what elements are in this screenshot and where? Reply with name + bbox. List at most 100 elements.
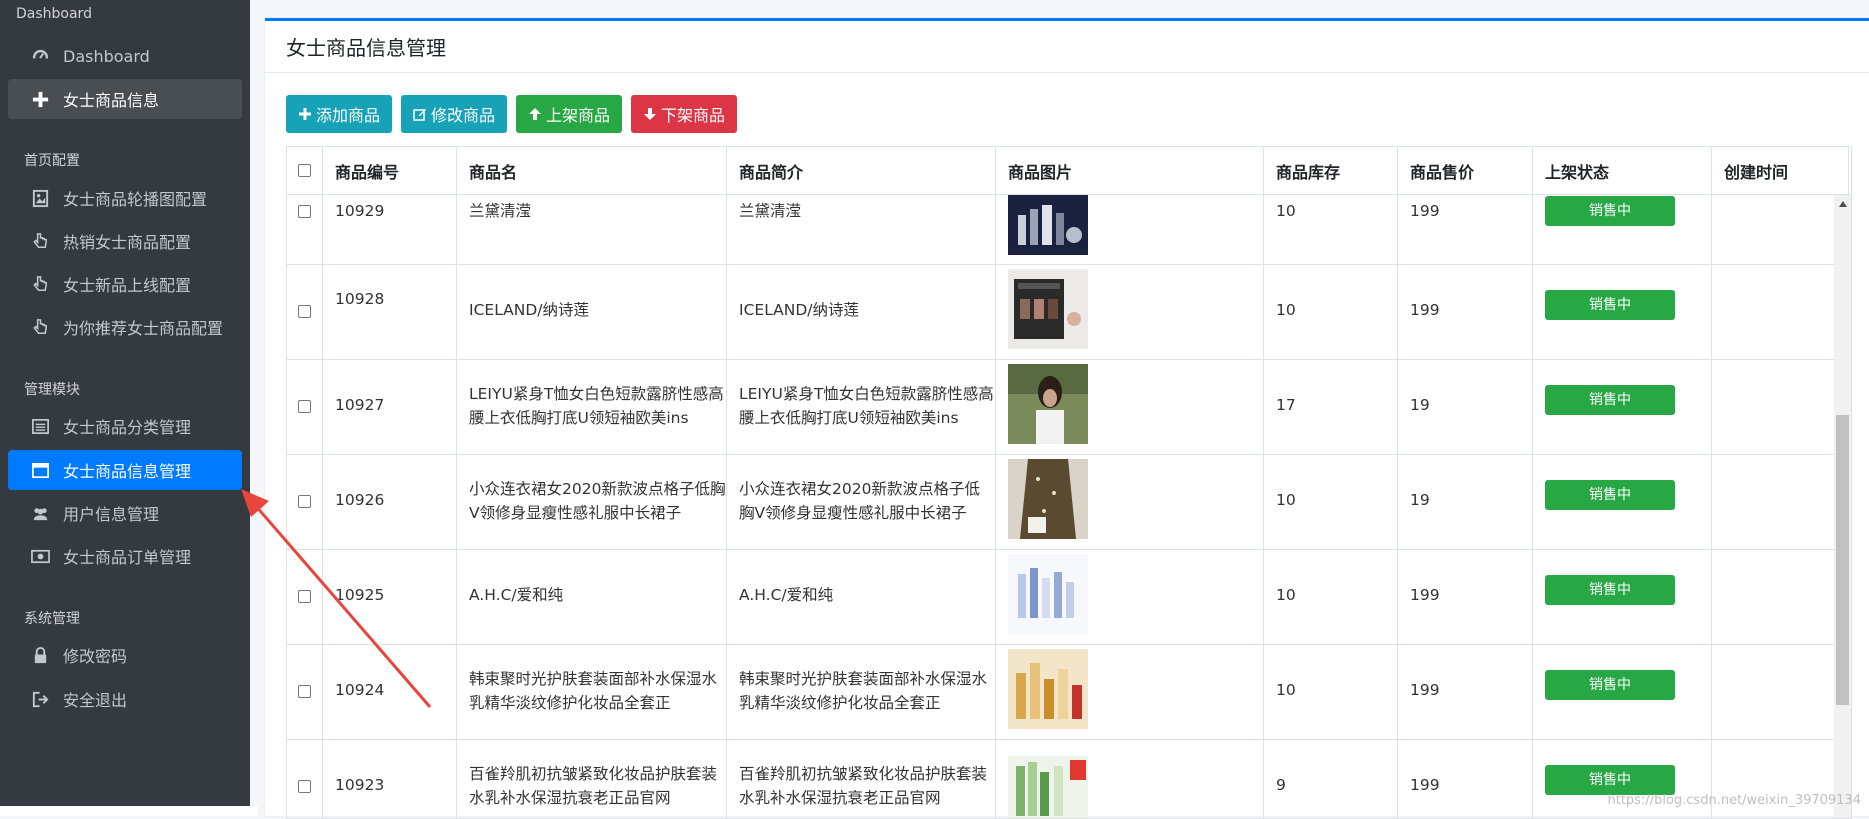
edit-icon xyxy=(413,107,427,121)
goods-price: 199 xyxy=(1398,645,1533,739)
edit-goods-button[interactable]: 修改商品 xyxy=(401,95,508,133)
table-row[interactable]: 10925 A.H.C/爱和纯 A.H.C/爱和纯 10 199 销售中 xyxy=(287,550,1851,645)
goods-stock: 17 xyxy=(1264,360,1398,454)
status-badge[interactable]: 销售中 xyxy=(1545,290,1675,320)
sidebar-item-logout[interactable]: 安全退出 xyxy=(8,679,242,719)
scrollbar-thumb[interactable] xyxy=(1836,415,1849,705)
card-header: 女士商品信息管理 xyxy=(265,21,1869,73)
sidebar-item-label: 用户信息管理 xyxy=(63,505,160,524)
sidebar-item-user-manage[interactable]: 用户信息管理 xyxy=(8,493,242,533)
table-row[interactable]: 10924 韩束聚时光护肤套装面部补水保湿水乳精华淡纹修护化妆品全套正 韩束聚时… xyxy=(287,645,1851,740)
sidebar-item-hot-config[interactable]: 热销女士商品配置 xyxy=(8,221,242,261)
scroll-up-icon[interactable] xyxy=(1834,195,1851,212)
toolbar: 添加商品 修改商品 上架商品 下架商品 xyxy=(286,95,738,133)
take-off-sale-button[interactable]: 下架商品 xyxy=(631,95,738,133)
row-checkbox[interactable] xyxy=(298,305,311,318)
column-header[interactable]: 创建时间 xyxy=(1712,147,1849,194)
column-header[interactable]: 商品售价 xyxy=(1398,147,1533,194)
sidebar-section-system: 系统管理 xyxy=(24,611,80,627)
add-goods-label: 添加商品 xyxy=(316,108,381,125)
goods-image-cell xyxy=(996,550,1264,644)
goods-thumbnail xyxy=(1008,649,1088,729)
sidebar-item-goods-manage[interactable]: 女士商品信息管理 xyxy=(8,450,242,490)
table-row[interactable]: 10929 兰黛清滢 兰黛清滢 10 199 销售中 xyxy=(287,195,1851,265)
sidebar-item-label: 为你推荐女士商品配置 xyxy=(63,319,224,338)
sidebar-item-label: 女士商品信息管理 xyxy=(63,462,192,481)
goods-name: ICELAND/纳诗莲 xyxy=(457,265,727,359)
arrow-up-icon xyxy=(528,107,542,121)
row-checkbox-cell xyxy=(287,740,323,818)
goods-price: 19 xyxy=(1398,455,1533,549)
goods-name: A.H.C/爱和纯 xyxy=(457,550,727,644)
goods-thumbnail xyxy=(1008,744,1088,818)
status-badge[interactable]: 销售中 xyxy=(1545,196,1675,226)
sidebar-item-label: 修改密码 xyxy=(63,647,128,666)
edit-goods-label: 修改商品 xyxy=(431,108,496,125)
goods-intro: 小众连衣裙女2020新款波点格子低胸V领修身显瘦性感礼服中长裙子 xyxy=(727,455,996,549)
arrow-down-icon xyxy=(643,107,657,121)
sign-out-icon xyxy=(27,690,53,709)
status-cell: 销售中 xyxy=(1533,360,1712,454)
sidebar-item-goods-info[interactable]: 女士商品信息 xyxy=(8,79,242,119)
table-row[interactable]: 10927 LEIYU紧身T恤女白色短款露脐性感高腰上衣低胸打底U领短袖欧美in… xyxy=(287,360,1851,455)
goods-image-cell xyxy=(996,645,1264,739)
goods-name: 小众连衣裙女2020新款波点格子低胸V领修身显瘦性感礼服中长裙子 xyxy=(457,455,727,549)
sidebar-item-new-config[interactable]: 女士新品上线配置 xyxy=(8,264,242,304)
image-icon xyxy=(27,189,53,208)
goods-id: 10927 xyxy=(323,360,457,454)
sidebar-item-label: 女士商品分类管理 xyxy=(63,418,192,437)
sidebar-item-order-manage[interactable]: 女士商品订单管理 xyxy=(8,536,242,576)
status-badge[interactable]: 销售中 xyxy=(1545,575,1675,605)
column-header[interactable]: 商品名 xyxy=(457,147,727,194)
goods-price: 199 xyxy=(1398,550,1533,644)
goods-intro: ICELAND/纳诗莲 xyxy=(727,265,996,359)
page-title: 女士商品信息管理 xyxy=(286,36,446,60)
watermark: https://blog.csdn.net/weixin_39709134 xyxy=(1607,793,1861,808)
goods-id: 10928 xyxy=(323,265,457,359)
sidebar-item-dashboard[interactable]: Dashboard xyxy=(8,36,242,76)
sidebar-item-label: Dashboard xyxy=(63,46,150,66)
sidebar-item-recommend-config[interactable]: 为你推荐女士商品配置 xyxy=(8,307,242,347)
status-badge[interactable]: 销售中 xyxy=(1545,765,1675,795)
goods-intro: 韩束聚时光护肤套装面部补水保湿水乳精华淡纹修护化妆品全套正 xyxy=(727,645,996,739)
hand-pointer-icon xyxy=(27,318,53,337)
put-on-sale-button[interactable]: 上架商品 xyxy=(516,95,623,133)
grid-body: 10929 兰黛清滢 兰黛清滢 10 199 销售中 10928 ICELAND… xyxy=(287,195,1851,818)
sidebar-item-change-password[interactable]: 修改密码 xyxy=(8,635,242,675)
sidebar-item-carousel-config[interactable]: 女士商品轮播图配置 xyxy=(8,178,242,218)
table-row[interactable]: 10926 小众连衣裙女2020新款波点格子低胸V领修身显瘦性感礼服中长裙子 小… xyxy=(287,455,1851,550)
row-checkbox[interactable] xyxy=(298,780,311,793)
sidebar-item-label: 女士商品信息 xyxy=(63,91,160,110)
select-all-checkbox[interactable] xyxy=(298,164,311,177)
row-checkbox-cell xyxy=(287,265,323,359)
goods-price: 199 xyxy=(1398,740,1533,818)
status-badge[interactable]: 销售中 xyxy=(1545,670,1675,700)
column-header[interactable]: 商品库存 xyxy=(1264,147,1398,194)
window-icon xyxy=(27,461,53,480)
plus-icon xyxy=(27,90,53,109)
goods-image-cell xyxy=(996,195,1264,264)
status-badge[interactable]: 销售中 xyxy=(1545,385,1675,415)
column-header[interactable]: 商品编号 xyxy=(323,147,457,194)
row-checkbox[interactable] xyxy=(298,205,311,218)
goods-thumbnail xyxy=(1008,364,1088,444)
row-checkbox[interactable] xyxy=(298,400,311,413)
status-badge[interactable]: 销售中 xyxy=(1545,480,1675,510)
column-header[interactable]: 商品图片 xyxy=(996,147,1264,194)
column-header[interactable]: 上架状态 xyxy=(1533,147,1712,194)
column-header[interactable]: 商品简介 xyxy=(727,147,996,194)
plus-icon xyxy=(298,107,312,121)
status-cell: 销售中 xyxy=(1533,195,1712,264)
vertical-scrollbar[interactable] xyxy=(1834,195,1851,818)
goods-name: 兰黛清滢 xyxy=(457,195,727,264)
table-row[interactable]: 10928 ICELAND/纳诗莲 ICELAND/纳诗莲 10 199 销售中 xyxy=(287,265,1851,360)
sidebar-item-category-manage[interactable]: 女士商品分类管理 xyxy=(8,406,242,446)
add-goods-button[interactable]: 添加商品 xyxy=(286,95,393,133)
goods-stock: 9 xyxy=(1264,740,1398,818)
sidebar: Dashboard Dashboard 女士商品信息 首页配置 女士商品轮播图配… xyxy=(0,0,250,806)
goods-stock: 10 xyxy=(1264,455,1398,549)
sidebar-header-dashboard: Dashboard xyxy=(16,6,92,22)
header-checkbox-cell xyxy=(287,147,323,194)
goods-created-time xyxy=(1712,550,1849,644)
dashboard-icon xyxy=(27,47,53,66)
